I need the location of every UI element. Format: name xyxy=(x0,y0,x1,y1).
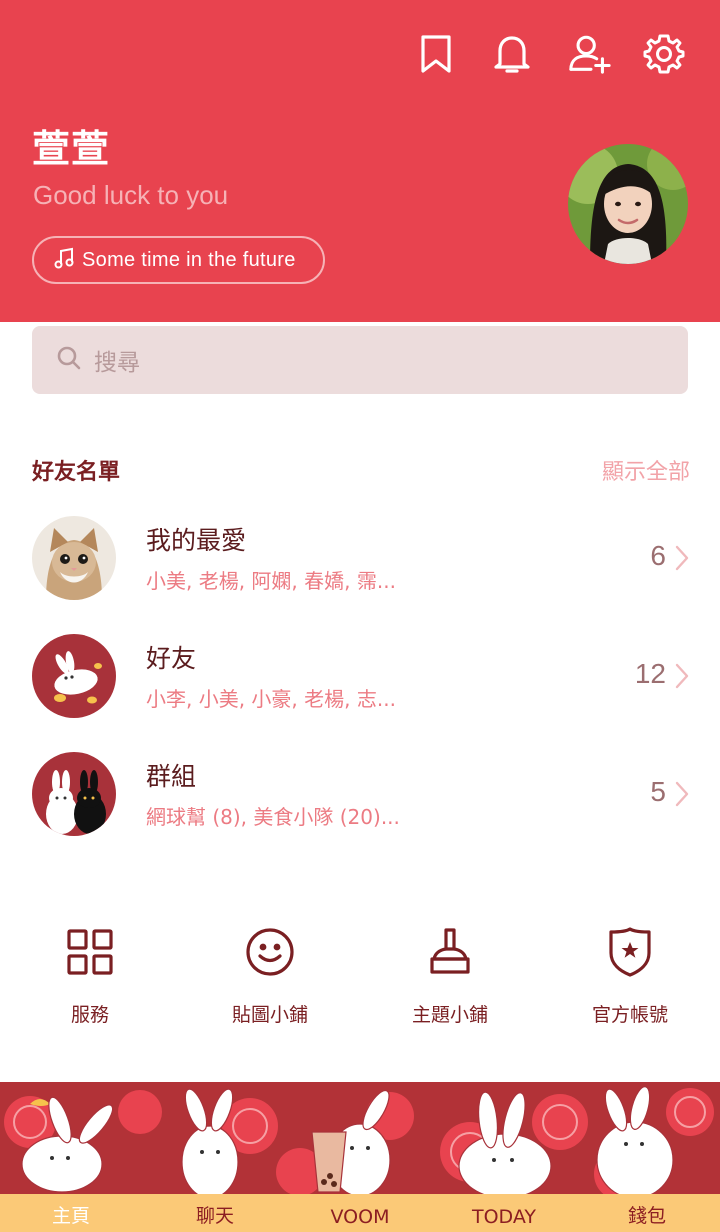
group-members: 網球幫 (8), 美食小隊 (20)... xyxy=(146,805,400,829)
group-count: 5 xyxy=(650,776,666,807)
tab-voom[interactable]: VOOM xyxy=(310,1206,410,1228)
friends-section-title: 好友名單 xyxy=(32,460,121,485)
shortcut-label: 貼圖小鋪 xyxy=(231,1004,308,1026)
group-members: 小美, 老楊, 阿嫻, 春嬌, 霈... xyxy=(146,569,396,593)
profile-name[interactable]: 萱萱 xyxy=(32,118,110,173)
chevron-right-icon xyxy=(674,662,690,690)
shortcut-label: 服務 xyxy=(70,1004,109,1026)
group-title: 好友 xyxy=(146,644,197,673)
friend-group-row[interactable]: 我的最愛 小美, 老楊, 阿嫻, 春嬌, 霈... 6 xyxy=(0,516,720,616)
chevron-right-icon xyxy=(674,780,690,808)
profile-music-label: Some time in the future xyxy=(82,248,296,271)
profile-music-button[interactable]: Some time in the future xyxy=(32,236,325,284)
shortcut-theme-shop[interactable]: 主題小鋪 xyxy=(360,924,540,1034)
group-members: 小李, 小美, 小豪, 老楊, 志... xyxy=(146,687,396,711)
add-friend-icon[interactable] xyxy=(568,32,612,76)
gear-icon[interactable] xyxy=(642,32,686,76)
shortcut-label: 官方帳號 xyxy=(591,1004,668,1026)
shortcut-services[interactable]: 服務 xyxy=(0,924,180,1034)
bottom-tab-bar: 主頁 聊天 VOOM TODAY 錢包 xyxy=(0,1082,720,1232)
smiley-icon xyxy=(242,924,298,980)
grid-icon xyxy=(62,924,118,980)
group-count: 12 xyxy=(634,658,666,689)
tab-chat[interactable]: 聊天 xyxy=(165,1201,265,1228)
group-count: 6 xyxy=(650,540,666,571)
friends-group-avatar xyxy=(32,634,116,718)
profile-avatar[interactable] xyxy=(568,144,688,264)
shortcut-official-accounts[interactable]: 官方帳號 xyxy=(540,924,720,1034)
shield-star-icon xyxy=(602,924,658,980)
tab-today[interactable]: TODAY xyxy=(454,1206,554,1228)
favorites-avatar xyxy=(32,516,116,600)
group-title: 群組 xyxy=(146,762,197,791)
music-note-icon xyxy=(54,247,74,273)
search-input[interactable]: 搜尋 xyxy=(32,326,688,394)
profile-header: 萱萱 Good luck to you Some time in the fut… xyxy=(0,0,720,322)
profile-status-message[interactable]: Good luck to you xyxy=(33,180,228,211)
show-all-link[interactable]: 顯示全部 xyxy=(602,454,690,486)
shortcut-label: 主題小鋪 xyxy=(411,1004,488,1026)
group-title: 我的最愛 xyxy=(146,526,247,555)
brush-icon xyxy=(422,924,478,980)
tab-wallet[interactable]: 錢包 xyxy=(597,1201,697,1228)
search-icon xyxy=(56,345,82,375)
search-placeholder: 搜尋 xyxy=(94,350,140,376)
shortcut-sticker-shop[interactable]: 貼圖小鋪 xyxy=(180,924,360,1034)
groups-avatar xyxy=(32,752,116,836)
bookmark-icon[interactable] xyxy=(414,32,458,76)
friend-group-row[interactable]: 好友 小李, 小美, 小豪, 老楊, 志... 12 xyxy=(0,634,720,734)
friend-group-row[interactable]: 群組 網球幫 (8), 美食小隊 (20)... 5 xyxy=(0,752,720,852)
bell-icon[interactable] xyxy=(490,32,534,76)
chevron-right-icon xyxy=(674,544,690,572)
tab-home[interactable]: 主頁 xyxy=(21,1201,121,1228)
